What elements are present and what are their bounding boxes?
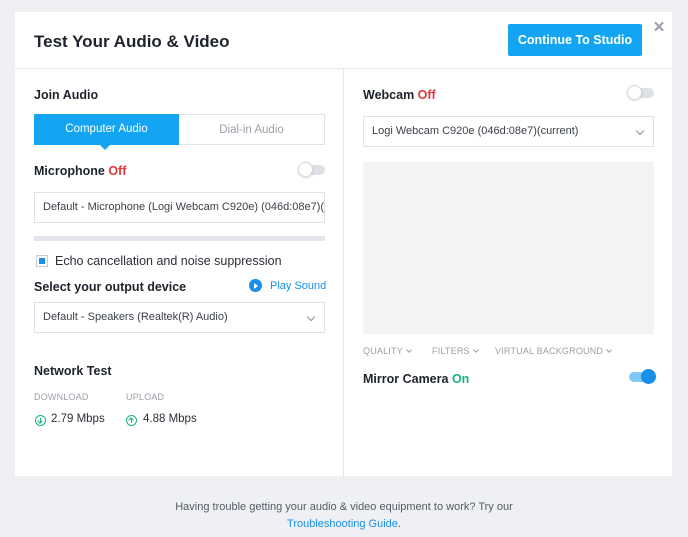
join-audio-label: Join Audio	[34, 88, 99, 102]
quality-label: QUALITY	[363, 346, 403, 356]
audio-source-tabs: Computer Audio Dial-in Audio	[34, 114, 325, 150]
webcam-preview	[363, 162, 654, 334]
chevron-down-icon	[606, 347, 612, 353]
microphone-select[interactable]: Default - Microphone (Logi Webcam C920e)…	[34, 192, 325, 223]
toggle-knob	[298, 162, 313, 177]
upload-arrow-icon	[126, 415, 137, 426]
mirror-camera-status: On	[451, 372, 470, 386]
chevron-down-icon	[472, 347, 479, 353]
virtual-background-dropdown[interactable]: VIRTUAL BACKGROUND	[495, 346, 612, 356]
output-device-label: Select your output device	[34, 280, 187, 294]
help-link-line: Troubleshooting Guide.	[0, 518, 688, 530]
mirror-camera-toggle[interactable]	[629, 369, 656, 384]
network-test-label: Network Test	[34, 364, 112, 378]
webcam-status: Off	[417, 88, 436, 102]
upload-label: UPLOAD	[126, 392, 165, 402]
chevron-down-icon	[635, 126, 645, 136]
download-arrow-icon	[35, 415, 46, 426]
microphone-toggle[interactable]	[298, 162, 325, 177]
upload-speed: 4.88 Mbps	[143, 413, 197, 425]
checkbox-check-icon	[39, 258, 45, 264]
output-device-select-value: Default - Speakers (Realtek(R) Audio)	[43, 311, 228, 323]
webcam-select-value: Logi Webcam C920e (046d:08e7)(current)	[372, 125, 579, 137]
continue-to-studio-button[interactable]: Continue To Studio	[508, 24, 642, 56]
chevron-down-icon	[406, 347, 412, 353]
microphone-label-text: Microphone	[34, 164, 105, 178]
mirror-camera-label: Mirror Camera On	[363, 372, 469, 386]
microphone-status: Off	[108, 164, 127, 178]
output-device-select[interactable]: Default - Speakers (Realtek(R) Audio)	[34, 302, 325, 333]
mirror-camera-label-text: Mirror Camera	[363, 372, 449, 386]
modal-title: Test Your Audio & Video	[34, 32, 230, 51]
download-speed: 2.79 Mbps	[51, 413, 105, 425]
webcam-select[interactable]: Logi Webcam C920e (046d:08e7)(current)	[363, 116, 654, 147]
toggle-knob	[627, 85, 642, 100]
tab-computer-audio[interactable]: Computer Audio	[34, 114, 179, 150]
play-sound-link[interactable]: Play Sound	[270, 280, 326, 292]
chevron-down-icon	[306, 312, 316, 322]
column-divider	[343, 69, 344, 476]
webcam-label: Webcam Off	[363, 88, 436, 102]
microphone-level-meter	[34, 236, 325, 241]
modal-header: Test Your Audio & Video Continue To Stud…	[15, 12, 672, 69]
play-icon[interactable]	[249, 279, 262, 292]
close-icon[interactable]: ×	[652, 18, 666, 37]
webcam-label-text: Webcam	[363, 88, 415, 102]
microphone-select-value: Default - Microphone (Logi Webcam C920e)…	[43, 201, 325, 213]
download-label: DOWNLOAD	[34, 392, 89, 402]
filters-label: FILTERS	[432, 346, 470, 356]
quality-dropdown[interactable]: QUALITY	[363, 346, 412, 356]
webcam-toggle[interactable]	[627, 85, 654, 100]
filters-dropdown[interactable]: FILTERS	[432, 346, 479, 356]
echo-cancellation-checkbox[interactable]	[36, 255, 48, 267]
tab-dial-in-audio[interactable]: Dial-in Audio	[179, 114, 325, 145]
microphone-label: Microphone Off	[34, 164, 126, 178]
help-text: Having trouble getting your audio & vide…	[175, 501, 513, 513]
virtual-background-label: VIRTUAL BACKGROUND	[495, 346, 604, 356]
audio-video-test-modal: Test Your Audio & Video Continue To Stud…	[15, 12, 672, 476]
echo-cancellation-label: Echo cancellation and noise suppression	[55, 254, 282, 268]
help-link-suffix: .	[397, 518, 401, 530]
toggle-knob	[641, 369, 656, 384]
troubleshooting-guide-link[interactable]: Troubleshooting Guide	[287, 518, 398, 530]
